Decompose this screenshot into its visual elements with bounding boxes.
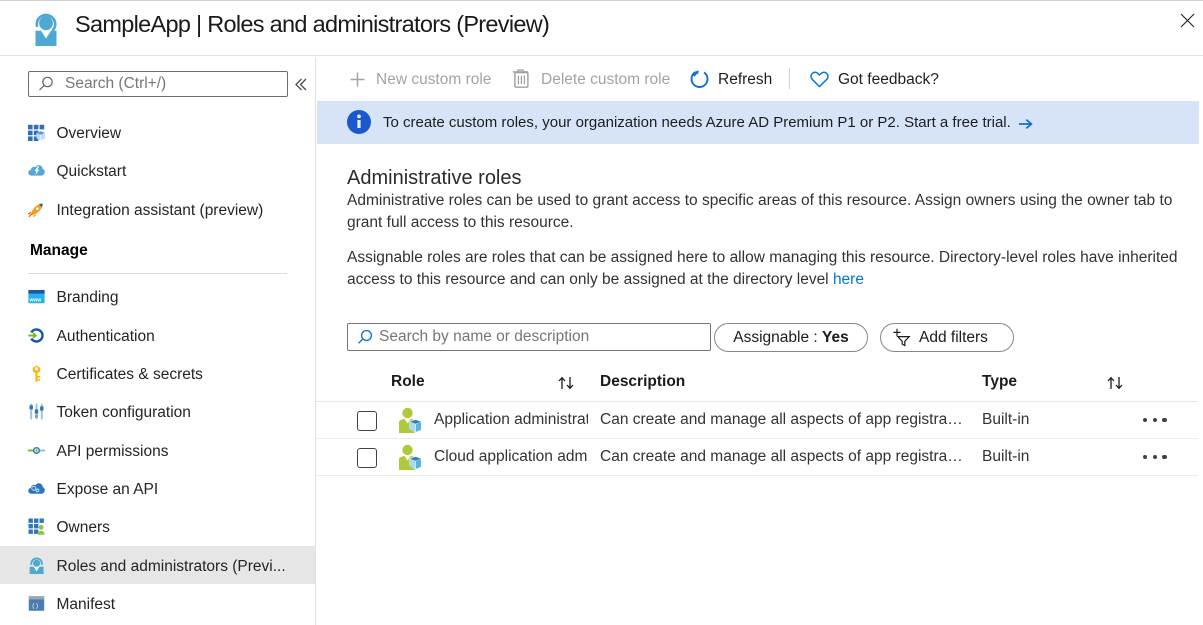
svg-text:www: www (29, 298, 42, 304)
svg-text:( ): ( ) (32, 603, 38, 610)
